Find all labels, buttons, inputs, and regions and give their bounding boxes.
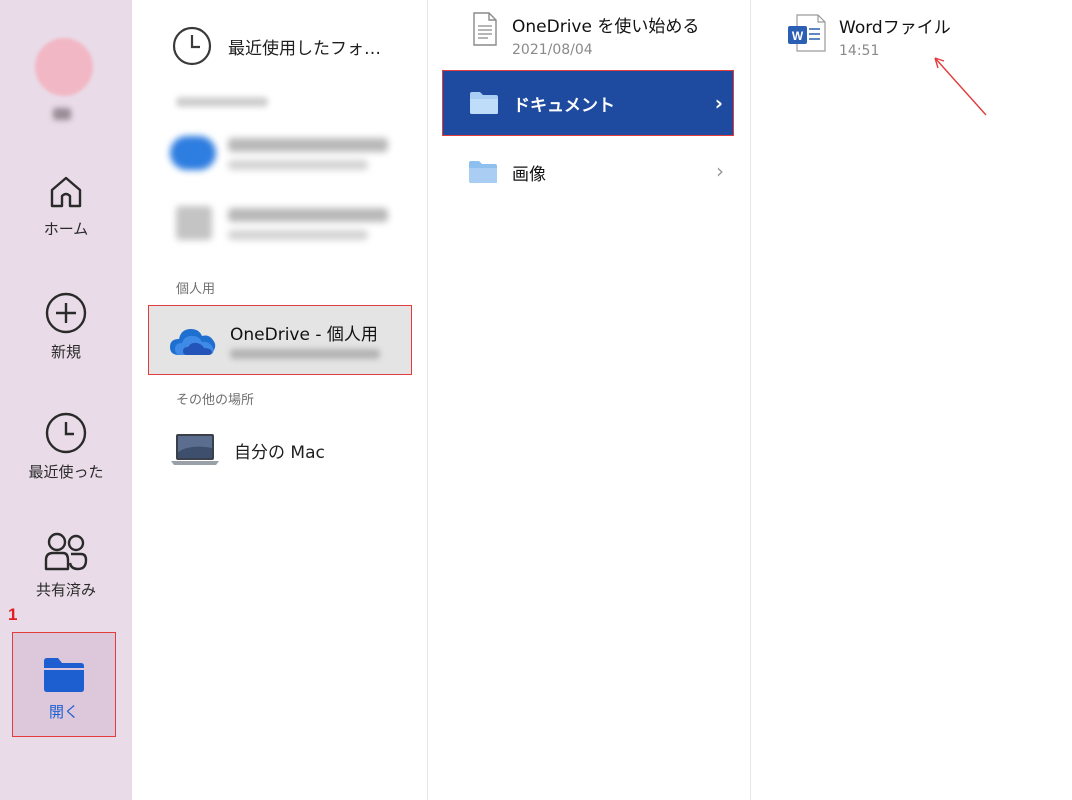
nav-open-label: 開く: [48, 703, 79, 721]
personal-section-header: 個人用: [176, 282, 216, 297]
onedrive-cloud-icon: [170, 329, 216, 355]
nav-home-button[interactable]: ホーム: [0, 172, 132, 239]
people-icon: [44, 532, 88, 571]
locations-panel: 最近使用したフォ… 個人用 OneDrive - 個人用 その他の場所 自分の …: [132, 0, 428, 800]
nav-shared-label: 共有済み: [35, 581, 96, 599]
other-places-section-header: その他の場所: [176, 393, 255, 408]
word-document-icon: W: [788, 14, 826, 52]
onedrive-account-blurred: [230, 349, 380, 359]
documents-contents-panel: W Wordファイル 14:51: [751, 0, 1072, 800]
my-mac-label: 自分の Mac: [234, 442, 325, 463]
recent-folders-label: 最近使用したフォ…: [228, 38, 381, 59]
blurred-section-header: [176, 97, 268, 107]
word-file-item[interactable]: W Wordファイル 14:51: [787, 13, 951, 59]
home-icon: [50, 176, 82, 208]
folder-icon: [470, 92, 498, 114]
step-marker-1: 1: [8, 605, 18, 624]
chevron-right-icon: ›: [716, 159, 724, 183]
document-icon: [473, 12, 497, 46]
nav-open-button[interactable]: 開く: [12, 632, 116, 737]
laptop-icon: [171, 434, 219, 465]
nav-new-button[interactable]: 新規: [0, 291, 132, 362]
folder-icon: [469, 161, 497, 183]
nav-recent-button[interactable]: 最近使った: [0, 411, 132, 482]
my-mac-item[interactable]: 自分の Mac: [170, 432, 325, 468]
blurred-location-item[interactable]: [170, 200, 390, 250]
blurred-location-item[interactable]: [170, 130, 390, 180]
nav-rail: ホーム 新規 最近使った 共有済み 開く: [0, 0, 132, 800]
onedrive-personal-item[interactable]: OneDrive - 個人用: [148, 305, 412, 375]
recent-folders-item[interactable]: 最近使用したフォ…: [172, 26, 381, 66]
folder-icon: [44, 658, 84, 692]
clock-icon: [172, 26, 212, 66]
folder-documents-label: ドキュメント: [513, 95, 615, 116]
nav-shared-button[interactable]: 共有済み: [0, 531, 132, 600]
folder-images-label: 画像: [512, 164, 546, 185]
folder-documents-item[interactable]: ドキュメント ›: [442, 70, 734, 136]
chevron-right-icon: ›: [714, 91, 723, 115]
plus-circle-icon: [45, 292, 87, 334]
onedrive-contents-panel: OneDrive を使い始める 2021/08/04 ドキュメント › 画像 ›: [428, 0, 751, 800]
avatar[interactable]: [35, 38, 93, 96]
file-date: 2021/08/04: [512, 42, 593, 58]
onedrive-personal-label: OneDrive - 個人用: [230, 325, 378, 345]
word-file-name: Wordファイル: [839, 18, 951, 38]
avatar-name-blurred: [53, 108, 71, 120]
file-name: OneDrive を使い始める: [512, 17, 700, 37]
svg-text:W: W: [792, 29, 804, 43]
folder-images-item[interactable]: 画像 ›: [442, 139, 734, 205]
clock-icon: [45, 412, 87, 454]
nav-new-label: 新規: [50, 343, 81, 361]
annotation-arrow: [934, 57, 987, 116]
nav-home-label: ホーム: [43, 220, 89, 238]
nav-recent-label: 最近使った: [28, 463, 104, 481]
file-item[interactable]: OneDrive を使い始める 2021/08/04: [472, 12, 699, 58]
